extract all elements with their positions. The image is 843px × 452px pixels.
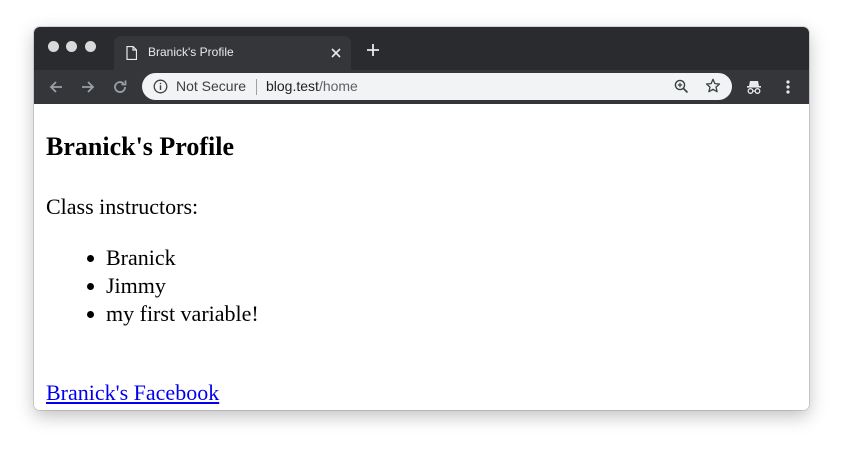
page-icon [126,45,138,65]
star-icon[interactable] [705,78,721,99]
reload-icon[interactable] [112,79,128,100]
security-label[interactable]: Not Secure [176,78,246,94]
title-bar: Branick's Profile [34,27,809,70]
active-tab[interactable]: Branick's Profile [114,36,351,70]
info-icon[interactable] [153,79,168,99]
list-item: Jimmy [34,272,259,300]
tab-title: Branick's Profile [148,45,234,59]
list-item: my first variable! [34,300,259,328]
close-icon[interactable] [330,46,342,64]
back-arrow-icon[interactable] [48,79,64,100]
page-content: Branick's Profile Class instructors: Bra… [34,104,809,410]
plus-icon[interactable] [366,43,380,62]
url-path: /home [318,78,358,94]
facebook-link[interactable]: Branick's Facebook [46,380,219,406]
instructor-list: Branick Jimmy my first variable! [34,244,259,328]
list-item: Branick [34,244,259,272]
url-text[interactable]: blog.test/home [266,78,358,94]
url-host: blog.test [266,78,319,94]
instructors-label: Class instructors: [46,194,199,219]
maximize-window-button[interactable] [85,41,96,52]
omnibox[interactable]: Not Secure blog.test/home [142,73,732,100]
page-title: Branick's Profile [46,132,235,161]
browser-window: Branick's Profile Not Secure blog.test/h… [34,27,809,410]
omnibox-separator [256,79,257,95]
forward-arrow-icon[interactable] [80,79,96,100]
incognito-icon[interactable] [746,79,762,100]
close-window-button[interactable] [48,41,59,52]
zoom-icon[interactable] [674,79,689,99]
browser-toolbar: Not Secure blog.test/home [34,70,809,104]
minimize-window-button[interactable] [66,41,77,52]
more-vert-icon[interactable] [784,79,792,100]
